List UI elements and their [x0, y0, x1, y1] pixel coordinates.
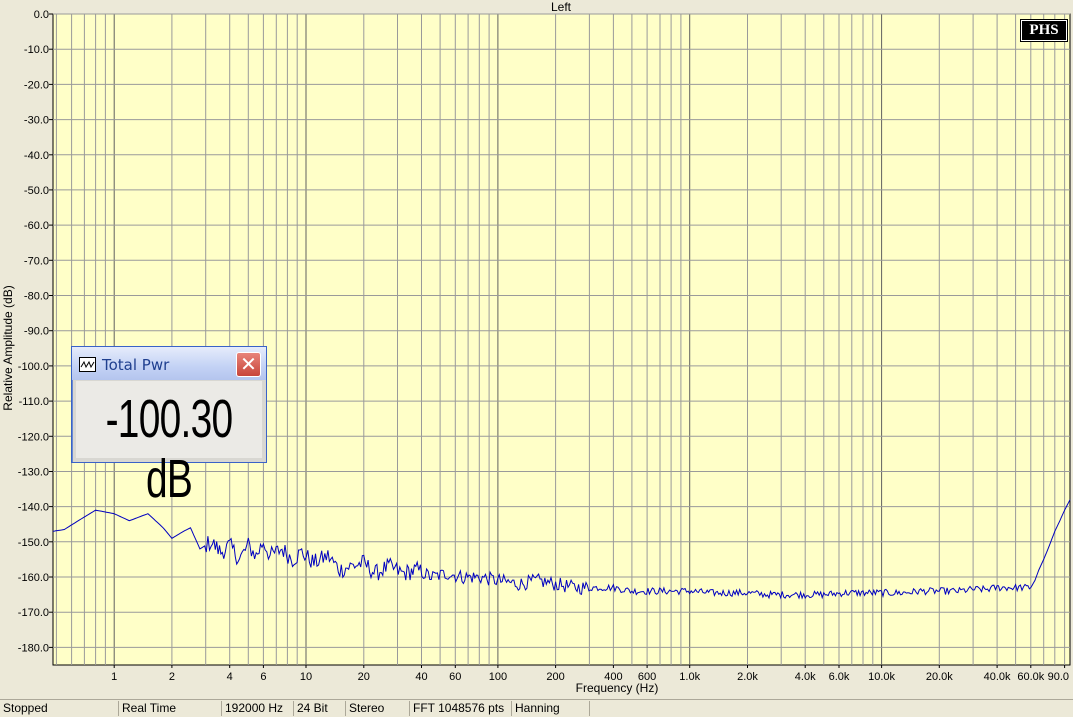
y-tick-label: -180.0 [18, 642, 49, 654]
y-tick-label: -110.0 [19, 396, 49, 408]
y-tick-label: -20.0 [24, 79, 49, 91]
x-tick-label: 60 [449, 671, 461, 683]
total-power-value: -100.30 dB [105, 389, 234, 509]
x-tick-label: 200 [546, 671, 564, 683]
status-bar: Stopped Real Time 192000 Hz 24 Bit Stere… [0, 699, 1073, 717]
y-tick-label: -150.0 [18, 537, 49, 549]
x-tick-label: 4.0k [795, 671, 816, 683]
y-tick-label: -40.0 [24, 150, 49, 162]
popup-title: Total Pwr [102, 356, 170, 374]
chart-title: Left [551, 0, 572, 14]
status-sample-rate: 192000 Hz [222, 701, 294, 716]
y-tick-label: -10.0 [24, 44, 49, 56]
x-tick-label: 100 [489, 671, 507, 683]
x-tick-label: 10 [300, 671, 312, 683]
waveform-icon [79, 357, 96, 372]
y-tick-label: -160.0 [18, 572, 49, 584]
total-power-window[interactable]: Total Pwr ✕ -100.30 dB [71, 346, 267, 509]
y-tick-label: -120.0 [18, 431, 49, 443]
x-axis-label: Frequency (Hz) [576, 681, 659, 695]
x-tick-label: 20 [358, 671, 370, 683]
y-tick-label: 0.0 [34, 9, 49, 21]
status-channels: Stereo [346, 701, 410, 716]
y-tick-label: -100.0 [18, 361, 49, 373]
y-tick-label: -130.0 [18, 467, 49, 479]
phs-logo: PHS [1020, 19, 1068, 42]
status-state: Stopped [0, 701, 119, 716]
x-tick-label: 20.0k [926, 671, 953, 683]
x-tick-label: 40 [415, 671, 427, 683]
y-tick-label: -170.0 [18, 607, 49, 619]
x-tick-label: 10.0k [868, 671, 895, 683]
y-tick-label: -90.0 [24, 326, 49, 338]
close-button[interactable]: ✕ [236, 352, 261, 377]
status-bit-depth: 24 Bit [294, 701, 346, 716]
y-tick-label: -140.0 [18, 502, 49, 514]
x-tick-label: 1 [111, 671, 117, 683]
close-icon: ✕ [240, 352, 257, 376]
y-axis-label: Relative Amplitude (dB) [1, 285, 15, 410]
popup-body: -100.30 dB [76, 381, 262, 509]
y-tick-label: -80.0 [24, 291, 49, 303]
y-tick-label: -60.0 [24, 220, 49, 232]
x-tick-label: 1.0k [679, 671, 700, 683]
x-tick-label: 6 [260, 671, 266, 683]
status-window: Hanning [512, 701, 590, 716]
status-mode: Real Time [119, 701, 222, 716]
x-tick-label: 2.0k [737, 671, 758, 683]
popup-title-bar[interactable]: Total Pwr ✕ [72, 347, 266, 380]
y-tick-label: -30.0 [24, 115, 49, 127]
x-tick-label: 90.0 [1048, 671, 1069, 683]
x-tick-label: 40.0k [984, 671, 1011, 683]
status-fft-size: FFT 1048576 pts [410, 701, 512, 716]
y-axis: 0.0 -10.0 -20.0 -30.0 -40.0 -50.0 -60.0 -70.0 -8… [18, 9, 53, 654]
x-tick-label: 2 [169, 671, 175, 683]
x-tick-label: 60.0k [1017, 671, 1044, 683]
y-tick-label: -50.0 [24, 185, 49, 197]
x-tick-label: 6.0k [829, 671, 850, 683]
x-tick-label: 4 [227, 671, 233, 683]
y-tick-label: -70.0 [24, 255, 49, 267]
